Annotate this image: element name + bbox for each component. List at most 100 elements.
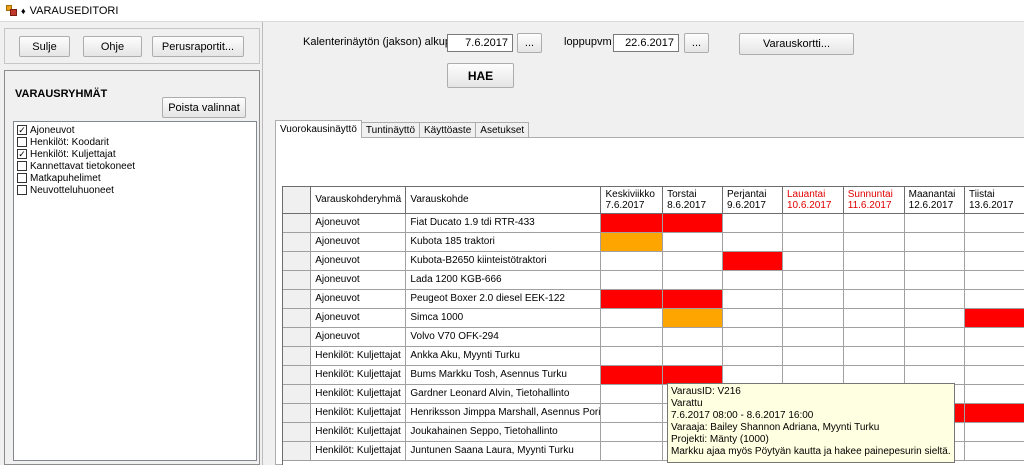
cell-item[interactable]: Volvo V70 OFK-294 xyxy=(405,327,602,347)
row-header[interactable] xyxy=(283,441,312,461)
day-slot[interactable] xyxy=(600,422,664,442)
day-slot[interactable] xyxy=(782,251,844,271)
day-slot[interactable] xyxy=(722,232,783,252)
cell-item[interactable]: Henriksson Jimppa Marshall, Asennus Pori xyxy=(405,403,602,423)
table-row[interactable]: Ajoneuvot Peugeot Boxer 2.0 diesel EEK-12… xyxy=(283,289,1024,309)
cell-group[interactable]: Henkilöt: Kuljettajat xyxy=(310,403,407,423)
day-slot[interactable] xyxy=(722,289,783,309)
day-slot[interactable] xyxy=(843,308,905,328)
row-header[interactable] xyxy=(283,232,312,252)
day-slot[interactable] xyxy=(722,327,783,347)
cell-item[interactable]: Lada 1200 KGB-666 xyxy=(405,270,602,290)
day-slot[interactable] xyxy=(843,289,905,309)
day-slot[interactable] xyxy=(722,308,783,328)
day-slot[interactable] xyxy=(904,365,965,385)
day-slot[interactable] xyxy=(964,289,1024,309)
reservation-card-button[interactable]: Varauskortti... xyxy=(739,33,854,55)
group-checkbox-row[interactable]: Henkilöt: Koodarit xyxy=(17,136,256,148)
end-date-picker-button[interactable]: ... xyxy=(684,33,709,53)
day-slot[interactable] xyxy=(964,270,1024,290)
reservation-slot-booked[interactable] xyxy=(600,213,664,233)
day-slot[interactable] xyxy=(964,251,1024,271)
day-slot[interactable] xyxy=(782,346,844,366)
table-row[interactable]: Ajoneuvot Simca 1000 xyxy=(283,308,1024,328)
checkbox[interactable] xyxy=(17,161,27,171)
group-checklist[interactable]: ✓ Ajoneuvot Henkilöt: Koodarit ✓ Henkilöt: K… xyxy=(13,121,257,461)
cell-group[interactable]: Ajoneuvot xyxy=(310,308,407,328)
tab-utilization[interactable]: Käyttöaste xyxy=(419,122,477,138)
cell-item[interactable]: Simca 1000 xyxy=(405,308,602,328)
day-slot[interactable] xyxy=(843,232,905,252)
day-slot[interactable] xyxy=(782,308,844,328)
day-slot[interactable] xyxy=(904,251,965,271)
row-header[interactable] xyxy=(283,365,312,385)
fetch-button[interactable]: HAE xyxy=(447,63,514,88)
day-slot[interactable] xyxy=(964,365,1024,385)
day-slot[interactable] xyxy=(722,346,783,366)
close-button[interactable]: Sulje xyxy=(19,36,70,57)
reports-button[interactable]: Perusraportit... xyxy=(152,36,244,57)
day-slot[interactable] xyxy=(600,403,664,423)
day-slot[interactable] xyxy=(964,327,1024,347)
day-slot[interactable] xyxy=(904,270,965,290)
day-slot[interactable] xyxy=(662,346,723,366)
cell-group[interactable]: Ajoneuvot xyxy=(310,213,407,233)
cell-group[interactable]: Ajoneuvot xyxy=(310,270,407,290)
table-row[interactable]: Ajoneuvot Fiat Ducato 1.9 tdi RTR-433 xyxy=(283,213,1024,233)
table-row[interactable]: Ajoneuvot Volvo V70 OFK-294 xyxy=(283,327,1024,347)
checkbox[interactable] xyxy=(17,137,27,147)
cell-item[interactable]: Bums Markku Tosh, Asennus Turku xyxy=(405,365,602,385)
day-slot[interactable] xyxy=(600,384,664,404)
group-checkbox-row[interactable]: Neuvotteluhuoneet xyxy=(17,184,256,196)
table-row[interactable]: Henkilöt: Kuljettajat Bums Markku Tosh, A… xyxy=(283,365,1024,385)
day-slot[interactable] xyxy=(600,327,664,347)
row-header[interactable] xyxy=(283,422,312,442)
day-slot[interactable] xyxy=(904,232,965,252)
day-slot[interactable] xyxy=(722,365,783,385)
day-slot[interactable] xyxy=(964,384,1024,404)
checkbox[interactable] xyxy=(17,185,27,195)
group-checkbox-row[interactable]: ✓ Ajoneuvot xyxy=(17,124,256,136)
day-slot[interactable] xyxy=(662,270,723,290)
day-slot[interactable] xyxy=(904,327,965,347)
day-slot[interactable] xyxy=(782,289,844,309)
table-row[interactable]: Ajoneuvot Lada 1200 KGB-666 xyxy=(283,270,1024,290)
cell-item[interactable]: Peugeot Boxer 2.0 diesel EEK-122 xyxy=(405,289,602,309)
group-checkbox-row[interactable]: Kannettavat tietokoneet xyxy=(17,160,256,172)
row-header[interactable] xyxy=(283,346,312,366)
tab-day-view[interactable]: Vuorokausinäyttö xyxy=(275,120,362,138)
cell-item[interactable]: Kubota 185 traktori xyxy=(405,232,602,252)
day-slot[interactable] xyxy=(782,232,844,252)
cell-item[interactable]: Fiat Ducato 1.9 tdi RTR-433 xyxy=(405,213,602,233)
checkbox[interactable]: ✓ xyxy=(17,149,27,159)
group-checkbox-row[interactable]: Matkapuhelimet xyxy=(17,172,256,184)
day-slot[interactable] xyxy=(843,270,905,290)
start-date-field[interactable]: 7.6.2017 xyxy=(447,34,513,52)
day-slot[interactable] xyxy=(904,289,965,309)
day-slot[interactable] xyxy=(722,270,783,290)
cell-group[interactable]: Henkilöt: Kuljettajat xyxy=(310,441,407,461)
cell-group[interactable]: Henkilöt: Kuljettajat xyxy=(310,422,407,442)
cell-group[interactable]: Ajoneuvot xyxy=(310,289,407,309)
day-slot[interactable] xyxy=(843,251,905,271)
day-slot[interactable] xyxy=(964,213,1024,233)
row-header[interactable] xyxy=(283,213,312,233)
group-checkbox-row[interactable]: ✓ Henkilöt: Kuljettajat xyxy=(17,148,256,160)
help-button[interactable]: Ohje xyxy=(83,36,142,57)
day-slot[interactable] xyxy=(600,308,664,328)
day-slot[interactable] xyxy=(904,213,965,233)
day-slot[interactable] xyxy=(600,346,664,366)
reservation-slot-tentative[interactable] xyxy=(600,232,664,252)
reservation-slot-booked[interactable] xyxy=(600,289,664,309)
checkbox[interactable] xyxy=(17,173,27,183)
day-slot[interactable] xyxy=(843,346,905,366)
clear-selection-button[interactable]: Poista valinnat xyxy=(162,97,246,118)
reservation-slot-booked[interactable] xyxy=(662,289,723,309)
day-slot[interactable] xyxy=(662,327,723,347)
cell-item[interactable]: Gardner Leonard Alvin, Tietohallinto xyxy=(405,384,602,404)
reservation-slot-booked[interactable] xyxy=(600,365,664,385)
reservation-slot-booked[interactable] xyxy=(662,365,723,385)
cell-item[interactable]: Ankka Aku, Myynti Turku xyxy=(405,346,602,366)
day-slot[interactable] xyxy=(600,441,664,461)
day-slot[interactable] xyxy=(843,365,905,385)
